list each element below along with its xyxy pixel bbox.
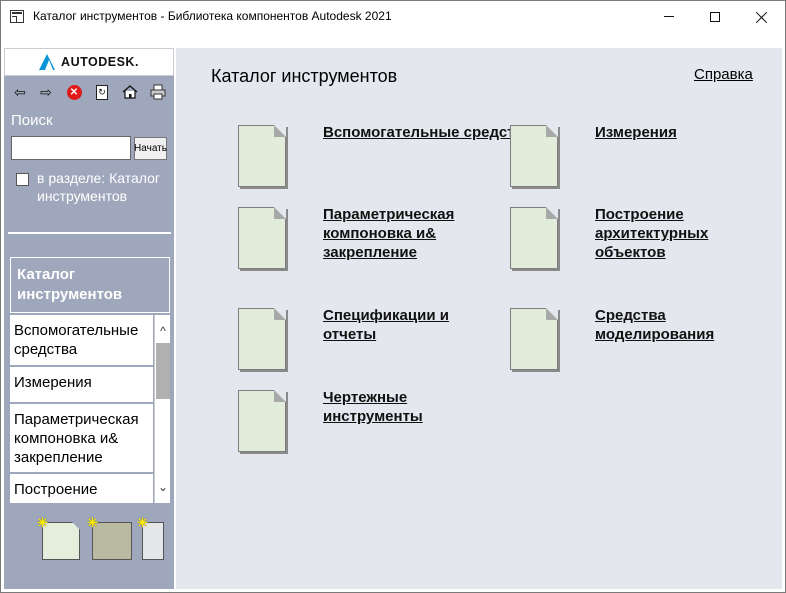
category-link[interactable]: Вспомогательные средства xyxy=(323,123,532,142)
document-icon[interactable] xyxy=(510,125,558,187)
logo-text: AUTODESK. xyxy=(61,55,139,69)
app-icon xyxy=(10,10,24,23)
sparkle-icon: ✳ xyxy=(37,515,48,530)
window-title: Каталог инструментов - Библиотека компон… xyxy=(33,9,392,23)
toc-scrollbar[interactable]: ^ ⌄ xyxy=(154,315,170,503)
scope-label: в разделе: Каталог инструментов xyxy=(37,170,160,204)
document-icon[interactable] xyxy=(238,125,286,187)
title-bar: Каталог инструментов - Библиотека компон… xyxy=(0,0,786,32)
stop-button[interactable]: ✕ xyxy=(64,82,84,102)
divider xyxy=(8,232,171,234)
stop-icon: ✕ xyxy=(66,84,82,100)
search-label: Поиск xyxy=(11,112,53,129)
maximize-icon xyxy=(710,11,720,22)
nav-toolbar: ⇦ ⇨ ✕ ↻ xyxy=(4,80,174,104)
sparkle-icon: ✳ xyxy=(137,515,148,530)
document-icon[interactable] xyxy=(510,308,558,370)
category-link[interactable]: Измерения xyxy=(595,123,677,142)
autodesk-logo: AUTODESK. xyxy=(4,48,174,76)
help-link[interactable]: Справка xyxy=(694,66,753,83)
search-button[interactable]: Начать xyxy=(134,137,167,160)
tool-palette-icon[interactable]: ✳ xyxy=(37,515,80,560)
print-button[interactable] xyxy=(148,82,168,102)
category-link[interactable]: Средства моделирования xyxy=(595,306,735,344)
toc-item[interactable]: Измерения xyxy=(10,367,153,402)
toc-list: Вспомогательные средства Измерения Парам… xyxy=(10,315,170,503)
sparkle-icon: ✳ xyxy=(87,515,98,530)
home-icon xyxy=(122,85,138,99)
page-title: Каталог инструментов xyxy=(211,66,398,86)
toc-item[interactable]: Построение xyxy=(10,474,153,503)
category-link[interactable]: Построение архитектурных объектов xyxy=(595,205,735,262)
category-link[interactable]: Чертежные инструменты xyxy=(323,388,443,426)
maximize-button[interactable] xyxy=(692,1,738,32)
refresh-button[interactable]: ↻ xyxy=(92,82,112,102)
toc-item[interactable]: Параметрическая компоновка и& закреплени… xyxy=(10,404,153,472)
document-icon[interactable] xyxy=(510,207,558,269)
tool-palette-icon[interactable]: ✳ xyxy=(137,515,164,560)
chevron-up-icon[interactable]: ^ xyxy=(155,323,170,339)
document-icon[interactable] xyxy=(238,207,286,269)
arrow-right-icon: ⇨ xyxy=(40,83,52,100)
chevron-down-icon[interactable]: ⌄ xyxy=(155,479,170,495)
minimize-icon xyxy=(664,16,674,17)
document-icon[interactable] xyxy=(238,308,286,370)
close-button[interactable] xyxy=(739,1,785,32)
arrow-left-icon: ⇦ xyxy=(14,83,26,100)
sidebar: AUTODESK. ⇦ ⇨ ✕ ↻ Поиск Начать в разделе… xyxy=(4,48,174,589)
tool-palette-icon[interactable]: ✳ xyxy=(87,515,132,560)
category-link[interactable]: Спецификации и отчеты xyxy=(323,306,473,344)
toc-item[interactable]: Вспомогательные средства xyxy=(10,315,153,365)
home-button[interactable] xyxy=(120,82,140,102)
search-input[interactable] xyxy=(11,136,131,160)
back-button[interactable]: ⇦ xyxy=(10,82,30,102)
minimize-button[interactable] xyxy=(646,1,692,32)
forward-button[interactable]: ⇨ xyxy=(36,82,56,102)
scroll-thumb[interactable] xyxy=(156,343,170,399)
autodesk-logo-icon xyxy=(39,54,56,70)
print-icon xyxy=(150,84,166,100)
document-icon[interactable] xyxy=(238,390,286,452)
category-link[interactable]: Параметрическая компоновка и& закреплени… xyxy=(323,205,483,262)
refresh-icon: ↻ xyxy=(96,84,108,100)
main-content: Каталог инструментов Справка Вспомогател… xyxy=(176,48,782,589)
close-icon xyxy=(756,11,768,23)
scope-checkbox[interactable] xyxy=(16,173,29,186)
toc-header[interactable]: Каталог инструментов xyxy=(10,257,170,313)
